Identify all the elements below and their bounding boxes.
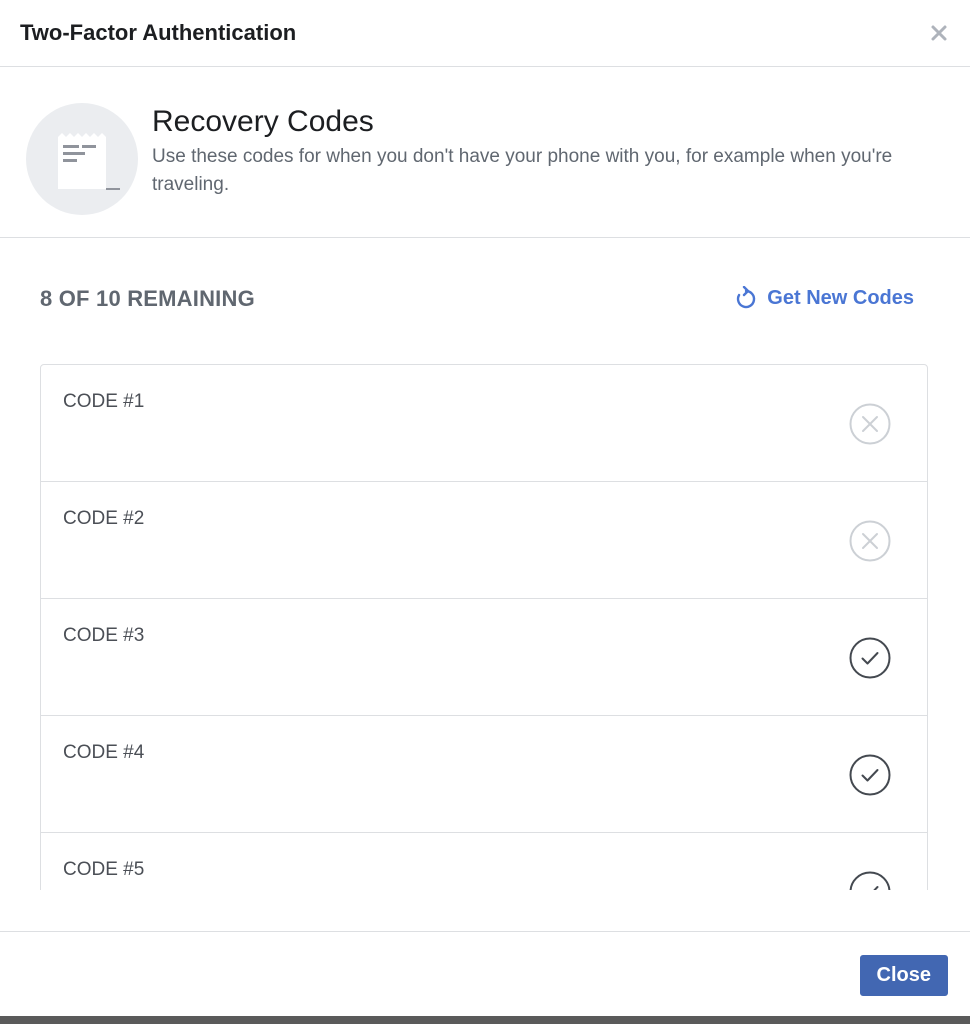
dialog-footer: Close: [0, 931, 970, 1016]
code-label: CODE #3: [63, 625, 145, 646]
intro-section: Recovery Codes Use these codes for when …: [0, 67, 970, 238]
section-title: Recovery Codes: [152, 105, 374, 138]
codes-scroll-area[interactable]: CODE #1 CODE #2 CODE #3 CODE #4 CODE #5: [40, 364, 928, 890]
get-new-codes-label: Get New Codes: [767, 286, 914, 309]
codes-list: CODE #1 CODE #2 CODE #3 CODE #4 CODE #5: [40, 364, 928, 890]
list-item: CODE #3: [41, 599, 927, 716]
close-icon[interactable]: [928, 22, 950, 44]
list-item: CODE #2: [41, 482, 927, 599]
section-description: Use these codes for when you don't have …: [152, 146, 893, 195]
window-bottom-edge: [0, 1016, 970, 1024]
check-circle-icon: [849, 871, 891, 890]
close-button[interactable]: Close: [859, 955, 948, 996]
two-factor-dialog: Two-Factor Authentication Recovery Codes…: [0, 0, 970, 1016]
get-new-codes-link[interactable]: Get New Codes: [735, 286, 914, 310]
refresh-icon: [737, 286, 756, 309]
x-circle-icon: [849, 520, 891, 562]
code-label: CODE #1: [63, 391, 145, 412]
dialog-header: Two-Factor Authentication: [0, 0, 970, 67]
dialog-title: Two-Factor Authentication: [20, 20, 297, 45]
list-item: CODE #5: [41, 833, 927, 890]
list-item: CODE #4: [41, 716, 927, 833]
check-circle-icon: [849, 754, 891, 796]
list-item: CODE #1: [41, 365, 927, 482]
code-label: CODE #4: [63, 742, 145, 763]
code-label: CODE #5: [63, 859, 145, 880]
code-label: CODE #2: [63, 508, 145, 529]
check-circle-icon: [849, 637, 891, 679]
remaining-count: 8 OF 10 REMAINING: [40, 286, 255, 311]
x-circle-icon: [849, 403, 891, 445]
receipt-icon: [26, 103, 138, 215]
